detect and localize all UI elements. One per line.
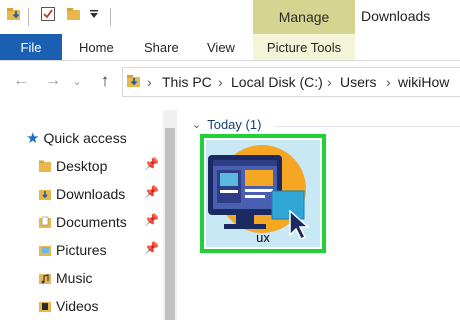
breadcrumb-chevron-icon[interactable]: › (218, 74, 223, 90)
quick-access-star-icon: ★ (26, 130, 40, 147)
properties-check-icon[interactable] (40, 6, 56, 22)
nav-item-downloads[interactable]: Downloads (38, 182, 158, 206)
documents-folder-icon (39, 216, 51, 228)
pin-icon[interactable]: 📌 (144, 241, 159, 255)
nav-item-label: Desktop (56, 158, 108, 174)
nav-item-pictures[interactable]: Pictures (38, 238, 158, 262)
toolbar-separator (28, 8, 29, 26)
breadcrumb-this-pc[interactable]: This PC (162, 74, 212, 90)
nav-quick-access[interactable]: ★ Quick access (26, 126, 127, 150)
customize-quick-access-dropdown-icon[interactable] (88, 8, 100, 20)
folder-icon (39, 160, 51, 172)
videos-folder-icon (39, 302, 51, 312)
nav-pane-scrollbar-thumb[interactable] (165, 128, 175, 320)
image-thumbnail[interactable] (208, 143, 320, 239)
back-arrow-icon[interactable]: ← (10, 69, 32, 93)
nav-item-label: Videos (56, 298, 99, 314)
tab-view[interactable]: View (207, 34, 235, 60)
new-folder-icon[interactable] (66, 6, 82, 22)
breadcrumb-chevron-icon[interactable]: › (386, 74, 391, 90)
downloads-folder-icon (39, 190, 51, 200)
group-label: Today (1) (207, 117, 262, 132)
pin-icon[interactable]: 📌 (144, 185, 159, 199)
forward-arrow-icon[interactable]: → (42, 69, 64, 93)
tab-file[interactable]: File (0, 34, 62, 60)
nav-item-music[interactable]: Music (38, 266, 158, 290)
tab-share[interactable]: Share (144, 34, 179, 60)
group-divider (275, 126, 460, 127)
pictures-folder-icon (39, 246, 51, 256)
window-title: Downloads (361, 8, 431, 24)
breadcrumb-chevron-icon[interactable]: › (147, 74, 152, 90)
nav-item-label: Music (56, 270, 93, 286)
recent-locations-chevron-icon[interactable]: ⌄ (70, 69, 84, 93)
breadcrumb-local-disk[interactable]: Local Disk (C:) (231, 74, 323, 90)
breadcrumb-users[interactable]: Users (340, 74, 377, 90)
nav-item-documents[interactable]: Documents (38, 210, 158, 234)
toolbar-separator (110, 8, 111, 26)
file-name-label: ux (256, 230, 270, 245)
folder-down-icon[interactable] (6, 6, 22, 22)
nav-item-label: Pictures (56, 242, 107, 258)
tab-home[interactable]: Home (79, 34, 114, 60)
music-folder-icon (39, 274, 51, 284)
pin-icon[interactable]: 📌 (144, 157, 159, 171)
tab-picture-tools[interactable]: Picture Tools (253, 34, 355, 60)
nav-item-desktop[interactable]: Desktop (38, 154, 158, 178)
downloads-folder-icon (127, 75, 140, 87)
manage-contextual-tab[interactable]: Manage (253, 0, 355, 34)
nav-item-label: Documents (56, 214, 127, 230)
up-arrow-icon[interactable]: ↑ (94, 69, 116, 93)
pin-icon[interactable]: 📌 (144, 213, 159, 227)
nav-item-label: Quick access (43, 130, 127, 146)
collapse-chevron-icon[interactable]: ⌄ (192, 118, 201, 131)
breadcrumb-chevron-icon[interactable]: › (327, 74, 332, 90)
nav-item-videos[interactable]: Videos (38, 294, 158, 318)
group-header-today[interactable]: ⌄ Today (1) (192, 117, 261, 132)
breadcrumb-wikihow[interactable]: wikiHow (398, 74, 449, 90)
nav-item-label: Downloads (56, 186, 126, 202)
